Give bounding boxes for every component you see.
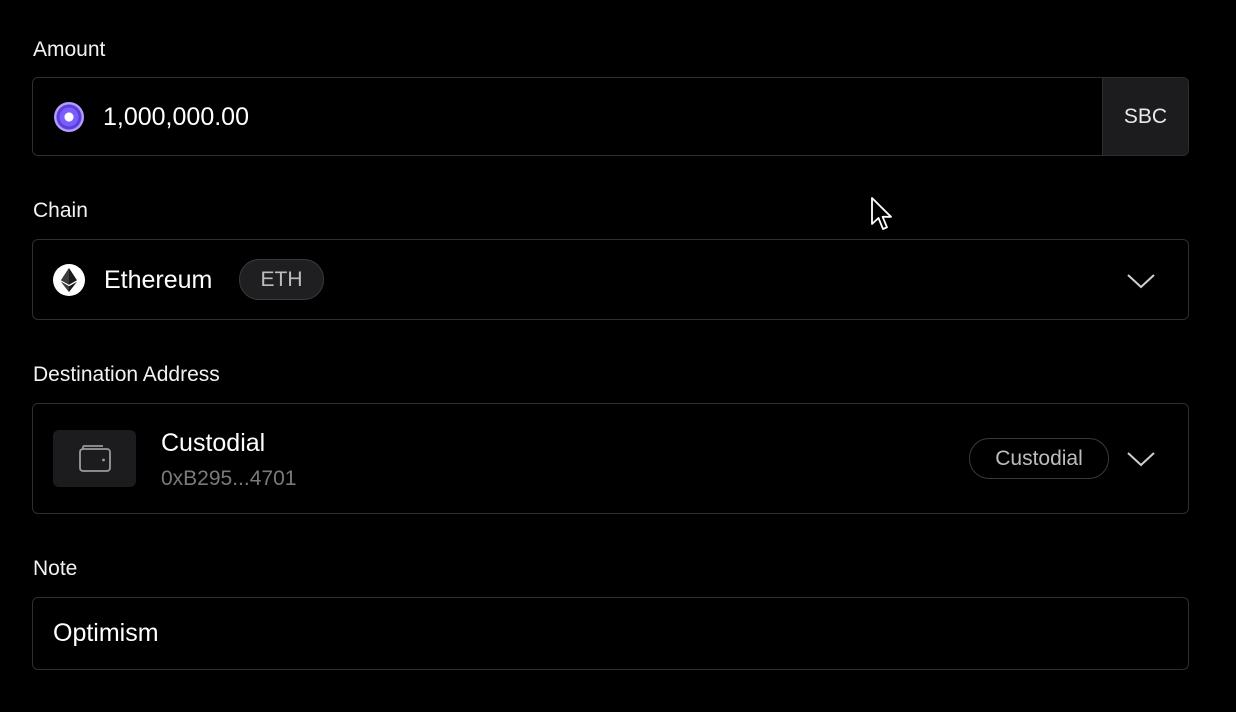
destination-name: Custodial — [161, 429, 266, 457]
note-field[interactable] — [32, 597, 1189, 670]
note-input[interactable] — [53, 598, 1163, 669]
amount-field[interactable]: 1,000,000.00 SBC — [32, 77, 1189, 156]
destination-address: 0xB295...4701 — [161, 467, 297, 490]
chevron-down-icon[interactable] — [1126, 450, 1156, 468]
note-label: Note — [33, 557, 78, 580]
chain-label: Chain — [33, 199, 88, 222]
wallet-icon — [53, 430, 136, 487]
ethereum-icon — [53, 264, 85, 296]
transfer-form: Amount 1,000,000.00 SBC Chain Ethereum E… — [0, 0, 1236, 712]
currency-label: SBC — [1102, 78, 1188, 155]
amount-label: Amount — [33, 38, 106, 61]
destination-type-badge: Custodial — [969, 438, 1109, 479]
destination-select[interactable]: Custodial 0xB295...4701 Custodial — [32, 403, 1189, 514]
chain-ticker-badge: ETH — [239, 259, 324, 300]
chain-name: Ethereum — [104, 266, 213, 294]
sbc-token-icon — [54, 102, 84, 132]
chain-select[interactable]: Ethereum ETH — [32, 239, 1189, 320]
mouse-cursor-icon — [871, 197, 892, 230]
amount-input[interactable]: 1,000,000.00 — [103, 102, 249, 132]
destination-label: Destination Address — [33, 363, 220, 386]
chevron-down-icon[interactable] — [1126, 272, 1156, 290]
